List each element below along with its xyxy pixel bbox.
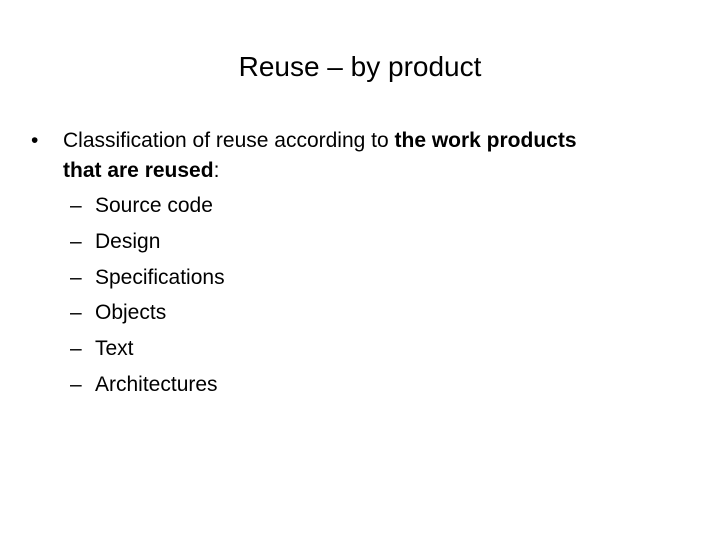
- sub-bullet-item: – Text: [70, 334, 225, 370]
- sub-bullet-item: – Specifications: [70, 263, 225, 299]
- bullet-text-plain: Classification of reuse according to: [63, 129, 395, 152]
- sub-bullet-item: – Objects: [70, 298, 225, 334]
- bullet-text: Classification of reuse according to the…: [63, 126, 671, 186]
- dash-marker: –: [70, 337, 82, 361]
- bullet-text-bold-2: that are reused: [63, 159, 214, 182]
- main-bullet: • Classification of reuse according to t…: [31, 126, 671, 186]
- sub-bullet-text: Architectures: [95, 372, 218, 396]
- dash-marker: –: [70, 229, 82, 253]
- bullet-marker: •: [31, 129, 39, 152]
- slide-title: Reuse – by product: [238, 51, 482, 82]
- sub-bullet-text: Source code: [95, 194, 213, 217]
- dash-marker: –: [70, 194, 82, 217]
- sub-bullet-item: – Architectures: [70, 370, 225, 406]
- sub-bullet-text: Specifications: [95, 265, 225, 289]
- dash-marker: –: [70, 301, 82, 325]
- sub-bullet-text: Objects: [95, 301, 167, 325]
- dash-marker: –: [70, 372, 82, 396]
- sub-bullet-item: – Design: [70, 227, 225, 263]
- sub-bullet-text: Text: [95, 337, 134, 361]
- sub-bullet-text: Design: [95, 229, 161, 253]
- bullet-text-bold: the work products: [394, 129, 577, 152]
- dash-marker: –: [70, 265, 82, 289]
- sub-bullet-list: – Source code – Design – Specifications – Ob…: [70, 191, 225, 406]
- sub-bullet-item: – Source code: [70, 191, 225, 227]
- bullet-text-end: :: [213, 159, 220, 182]
